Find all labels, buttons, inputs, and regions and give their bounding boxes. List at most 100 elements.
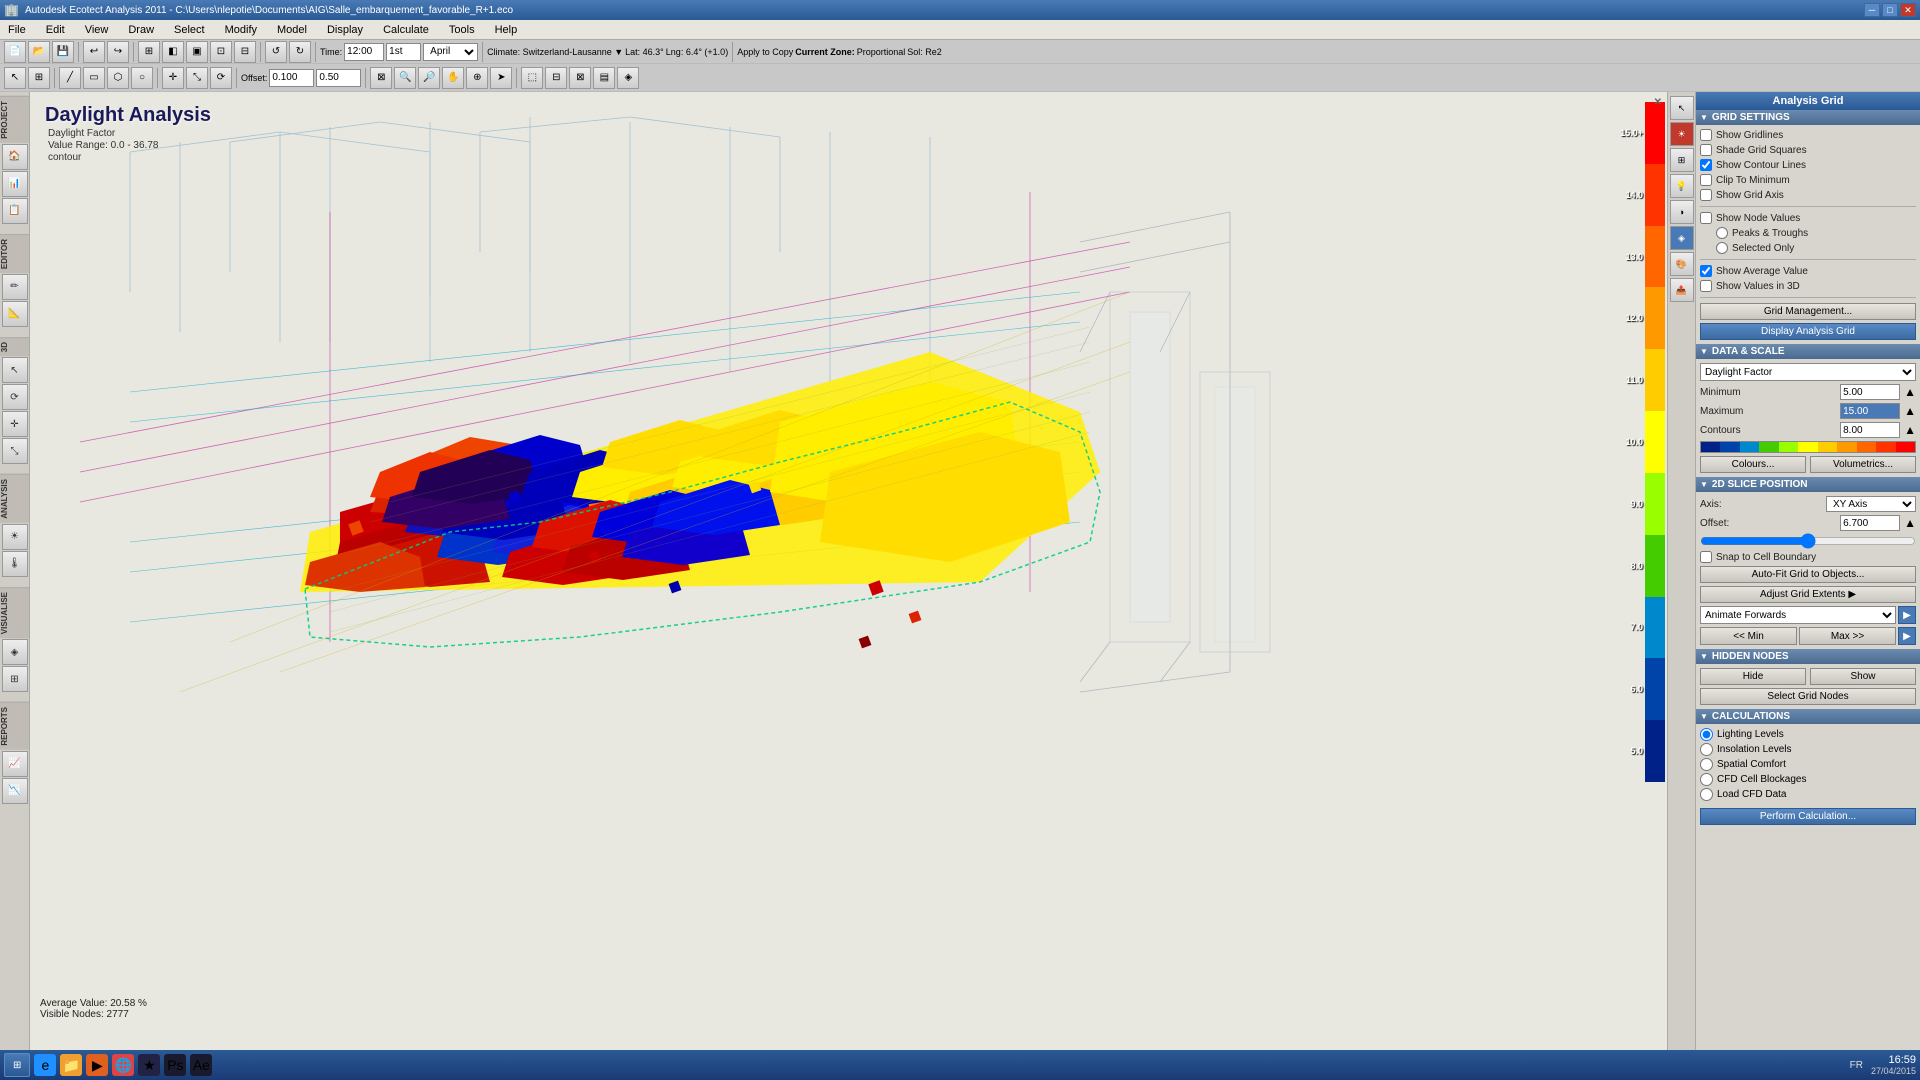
tb-view5[interactable]: ⊟ bbox=[234, 41, 256, 63]
show-button[interactable]: Show bbox=[1810, 668, 1916, 685]
menu-draw[interactable]: Draw bbox=[124, 22, 158, 38]
menu-calculate[interactable]: Calculate bbox=[379, 22, 433, 38]
sb-project-1[interactable]: 🏠 bbox=[2, 144, 28, 170]
sb-project-3[interactable]: 📋 bbox=[2, 198, 28, 224]
calculations-header[interactable]: CALCULATIONS bbox=[1696, 709, 1920, 724]
sb-project-2[interactable]: 📊 bbox=[2, 171, 28, 197]
data-type-select[interactable]: Daylight Factor bbox=[1700, 363, 1916, 381]
tb-undo[interactable]: ↩ bbox=[83, 41, 105, 63]
taskbar-ecotect[interactable]: ★ bbox=[138, 1054, 160, 1076]
spatial-comfort-radio[interactable] bbox=[1700, 758, 1713, 771]
sb-vis-2[interactable]: ⊞ bbox=[2, 666, 28, 692]
taskbar-files[interactable]: 📁 bbox=[60, 1054, 82, 1076]
sb-analysis-2[interactable]: 🌡 bbox=[2, 551, 28, 577]
rib-export[interactable]: 📤 bbox=[1670, 278, 1694, 302]
rib-sun[interactable]: ☀ bbox=[1670, 122, 1694, 146]
taskbar-ae[interactable]: Ae bbox=[190, 1054, 212, 1076]
taskbar-chrome[interactable]: 🌐 bbox=[112, 1054, 134, 1076]
tb-save[interactable]: 💾 bbox=[52, 41, 74, 63]
tb-view2[interactable]: ◧ bbox=[162, 41, 184, 63]
load-cfd-radio[interactable] bbox=[1700, 788, 1713, 801]
tb-plan-view[interactable]: ⊟ bbox=[545, 67, 567, 89]
tb-open[interactable]: 📂 bbox=[28, 41, 50, 63]
tb-zoom-in[interactable]: 🔍 bbox=[394, 67, 416, 89]
offset-up-arrow[interactable]: ▲ bbox=[1904, 516, 1916, 530]
grid-management-button[interactable]: Grid Management... bbox=[1700, 303, 1916, 320]
max-button[interactable]: Max >> bbox=[1799, 627, 1896, 645]
show-grid-axis-check[interactable] bbox=[1700, 189, 1712, 201]
rib-cursor[interactable]: ↖ bbox=[1670, 96, 1694, 120]
peaks-troughs-radio[interactable] bbox=[1716, 227, 1728, 239]
menu-edit[interactable]: Edit bbox=[42, 22, 69, 38]
clip-min-check[interactable] bbox=[1700, 174, 1712, 186]
tb-scale[interactable]: ⤡ bbox=[186, 67, 208, 89]
show-3d-check[interactable] bbox=[1700, 280, 1712, 292]
sb-analysis-1[interactable]: ☀ bbox=[2, 524, 28, 550]
sb-editor-2[interactable]: 📐 bbox=[2, 301, 28, 327]
tb-perspective[interactable]: ◈ bbox=[617, 67, 639, 89]
max-up-arrow[interactable]: ▲ bbox=[1904, 404, 1916, 418]
menu-file[interactable]: File bbox=[4, 22, 30, 38]
tb-rotate[interactable]: ↺ bbox=[265, 41, 287, 63]
display-grid-button[interactable]: Display Analysis Grid bbox=[1700, 323, 1916, 340]
offset-slider[interactable] bbox=[1700, 534, 1916, 548]
maximize-button[interactable]: □ bbox=[1882, 3, 1898, 17]
viewport-close[interactable]: ✕ bbox=[1654, 97, 1662, 108]
rib-analysis[interactable]: ◈ bbox=[1670, 226, 1694, 250]
tb-select-all[interactable]: ⊞ bbox=[28, 67, 50, 89]
sb-reports-2[interactable]: 📉 bbox=[2, 778, 28, 804]
show-avg-check[interactable] bbox=[1700, 265, 1712, 277]
tb-elevation[interactable]: ▤ bbox=[593, 67, 615, 89]
tb-view3[interactable]: ▣ bbox=[186, 41, 208, 63]
show-node-values-check[interactable] bbox=[1700, 212, 1712, 224]
perform-calculation-button[interactable]: Perform Calculation... bbox=[1700, 808, 1916, 825]
menu-modify[interactable]: Modify bbox=[221, 22, 261, 38]
animate-play-button[interactable]: ▶ bbox=[1898, 606, 1916, 624]
tb-draw-line[interactable]: ╱ bbox=[59, 67, 81, 89]
contours-input[interactable]: 8.00 bbox=[1840, 422, 1900, 438]
tb-orbit[interactable]: ⊕ bbox=[466, 67, 488, 89]
maximum-input[interactable]: 15.00 bbox=[1840, 403, 1900, 419]
volumetrics-button[interactable]: Volumetrics... bbox=[1810, 456, 1916, 473]
axis-select[interactable]: XY Axis bbox=[1826, 496, 1916, 512]
selected-only-radio[interactable] bbox=[1716, 242, 1728, 254]
taskbar-ps[interactable]: Ps bbox=[164, 1054, 186, 1076]
tb-rotate2[interactable]: ↻ bbox=[289, 41, 311, 63]
tb-zoom-out[interactable]: 🔎 bbox=[418, 67, 440, 89]
tb-view4[interactable]: ⊡ bbox=[210, 41, 232, 63]
show-gridlines-check[interactable] bbox=[1700, 129, 1712, 141]
adjust-extents-button[interactable]: Adjust Grid Extents ▶ bbox=[1700, 586, 1916, 603]
tb-redo[interactable]: ↪ bbox=[107, 41, 129, 63]
data-scale-header[interactable]: DATA & SCALE bbox=[1696, 344, 1920, 359]
hide-button[interactable]: Hide bbox=[1700, 668, 1806, 685]
sb-3d-scale[interactable]: ⤡ bbox=[2, 438, 28, 464]
menu-model[interactable]: Model bbox=[273, 22, 311, 38]
tb-pan[interactable]: ✋ bbox=[442, 67, 464, 89]
tb-section[interactable]: ⊠ bbox=[569, 67, 591, 89]
min-button[interactable]: << Min bbox=[1700, 627, 1797, 645]
close-button[interactable]: ✕ bbox=[1900, 3, 1916, 17]
minimize-button[interactable]: ─ bbox=[1864, 3, 1880, 17]
rib-light[interactable]: 💡 bbox=[1670, 174, 1694, 198]
sb-editor-1[interactable]: ✏ bbox=[2, 274, 28, 300]
select-grid-nodes-button[interactable]: Select Grid Nodes bbox=[1700, 688, 1916, 705]
menu-tools[interactable]: Tools bbox=[445, 22, 479, 38]
start-button[interactable]: ⊞ bbox=[4, 1053, 30, 1077]
tb-zoom-extent[interactable]: ⊠ bbox=[370, 67, 392, 89]
rib-render[interactable]: 🎨 bbox=[1670, 252, 1694, 276]
lighting-levels-radio[interactable] bbox=[1700, 728, 1713, 741]
show-contour-check[interactable] bbox=[1700, 159, 1712, 171]
grid-settings-header[interactable]: GRID SETTINGS bbox=[1696, 110, 1920, 125]
tb-cursor[interactable]: ↖ bbox=[4, 67, 26, 89]
insolation-levels-radio[interactable] bbox=[1700, 743, 1713, 756]
snap-check[interactable] bbox=[1700, 551, 1712, 563]
auto-fit-button[interactable]: Auto-Fit Grid to Objects... bbox=[1700, 566, 1916, 583]
play-button-2[interactable]: ▶ bbox=[1898, 627, 1916, 645]
taskbar-ie[interactable]: e bbox=[34, 1054, 56, 1076]
tb-new[interactable]: 📄 bbox=[4, 41, 26, 63]
taskbar-wmp[interactable]: ▶ bbox=[86, 1054, 108, 1076]
menu-help[interactable]: Help bbox=[491, 22, 522, 38]
tb-3d-view[interactable]: ⬚ bbox=[521, 67, 543, 89]
rib-shadow[interactable]: ◑ bbox=[1670, 200, 1694, 224]
rib-grid[interactable]: ⊞ bbox=[1670, 148, 1694, 172]
